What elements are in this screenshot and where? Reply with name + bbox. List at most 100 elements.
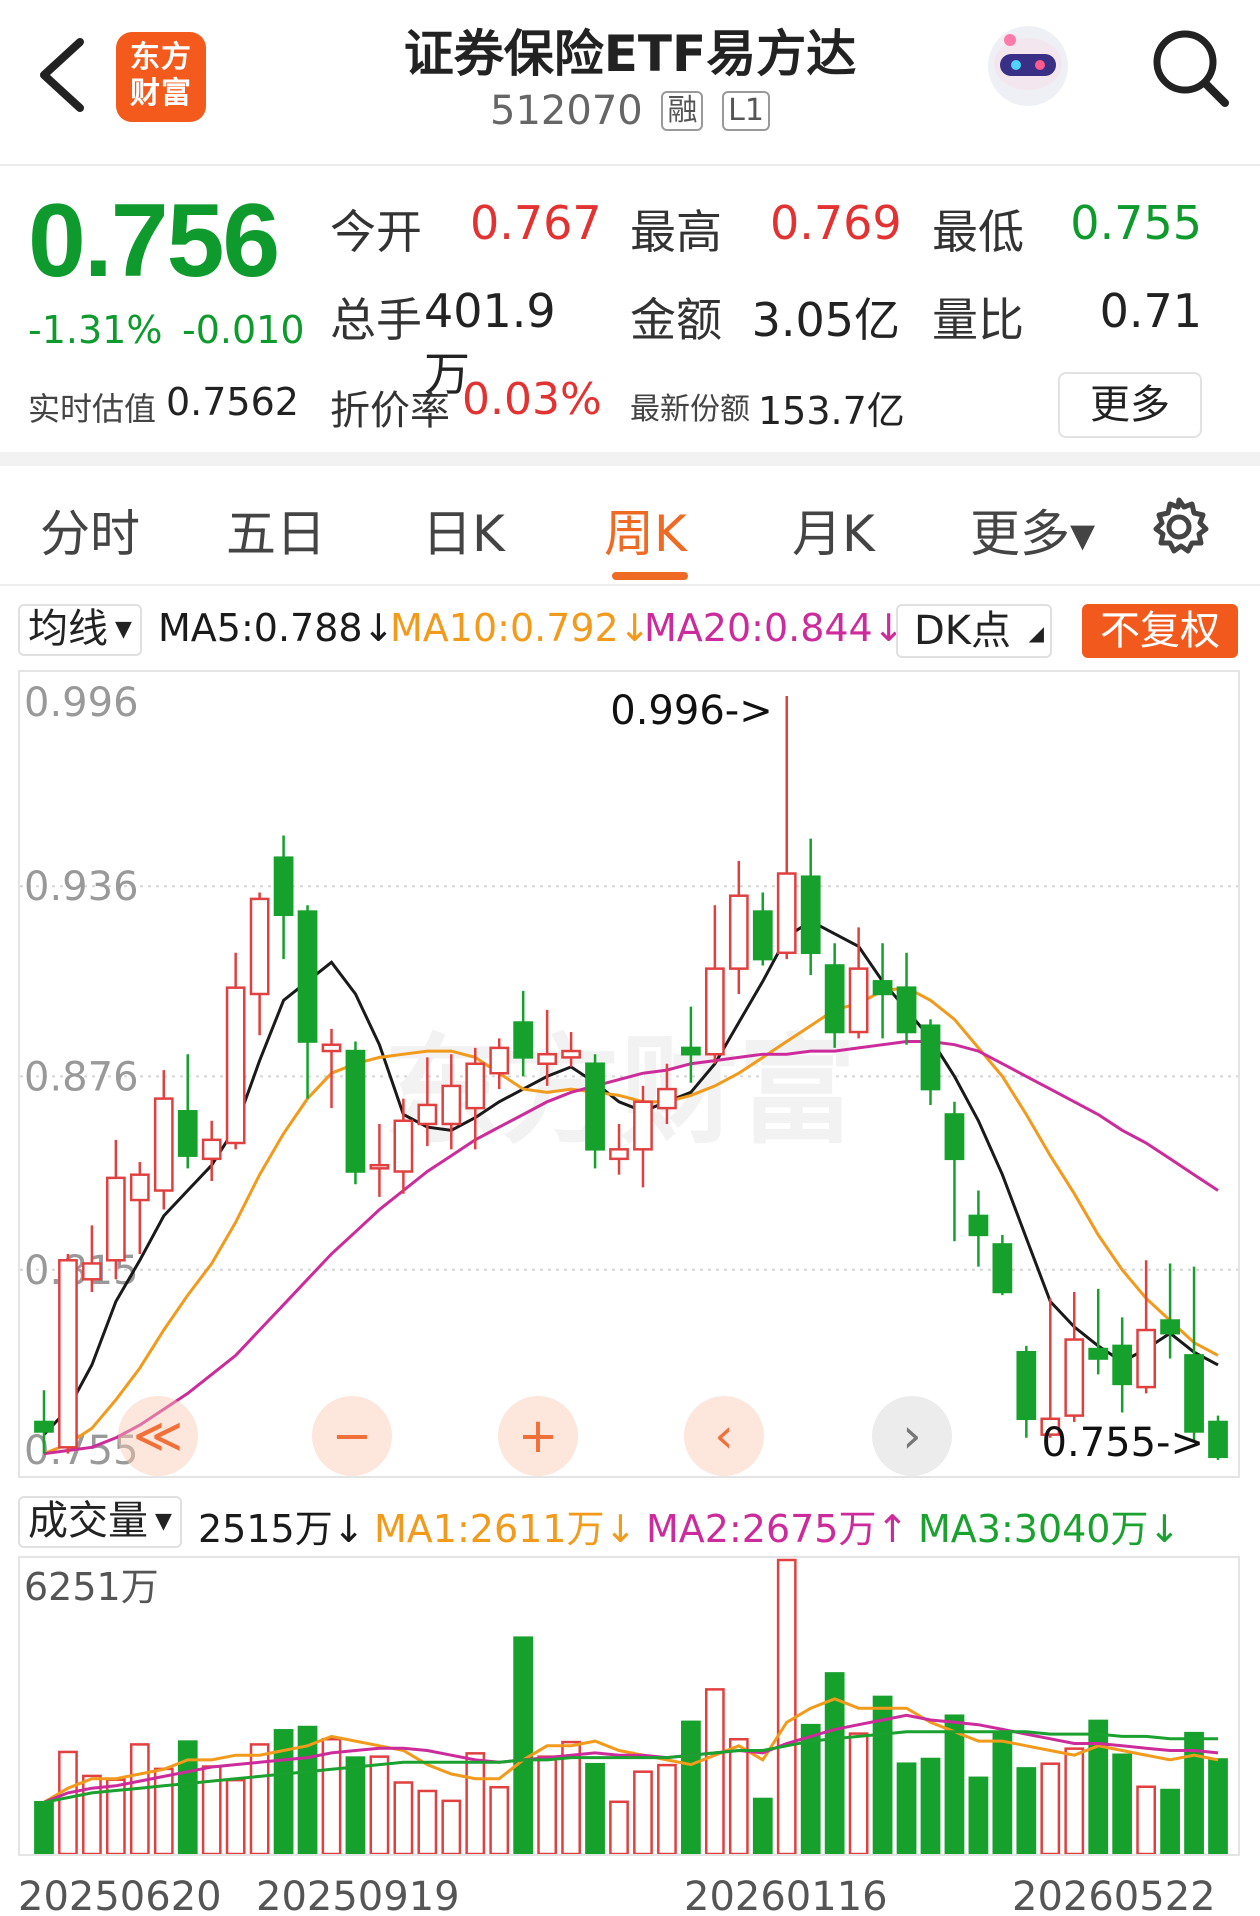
svg-text:+: + — [518, 1408, 558, 1464]
scroll-right-button[interactable]: › — [872, 1396, 952, 1476]
kline-svg: 0.9960.9360.8760.8150.755 东方财富 0.996->0.… — [20, 680, 1238, 1476]
ma-selector-dropdown[interactable]: 均线 ▼ — [18, 604, 142, 656]
vol-ma2-readout: MA2:2675万↑ — [646, 1507, 909, 1551]
candle — [728, 860, 749, 994]
volume-label: 总手 — [330, 293, 422, 347]
volume-ratio-label: 量比 — [932, 293, 1024, 347]
svg-text:−: − — [332, 1408, 372, 1464]
high-label: 最高 — [630, 205, 722, 259]
volume-bar — [537, 1755, 558, 1854]
kline-chart[interactable]: 0.996 0.936 0.876 0.815 0.755 东方财富 0.996-> 0.… — [18, 670, 1240, 1478]
candle — [345, 1041, 366, 1185]
amount-value: 3.05亿 — [751, 293, 900, 347]
dk-point-button[interactable]: DK点 ◢ — [896, 604, 1052, 658]
volume-bar — [800, 1723, 821, 1854]
tab-more[interactable]: 更多▾ — [970, 494, 1095, 566]
active-tab-indicator — [612, 572, 688, 580]
dropdown-triangle-icon: ▼ — [108, 617, 132, 642]
volume-bar — [1208, 1758, 1228, 1854]
candle — [920, 1019, 941, 1105]
date-tick: 20260522 — [1012, 1874, 1216, 1916]
high-value: 0.769 — [770, 196, 902, 250]
volume-bar — [1160, 1788, 1180, 1854]
candle — [1088, 1288, 1109, 1375]
candle — [752, 892, 773, 966]
volume-bar — [848, 1732, 869, 1854]
dk-label: DK点 — [914, 608, 1012, 654]
volume-bar — [465, 1752, 486, 1854]
ma5-readout: MA5:0.788↓ — [158, 606, 395, 650]
volume-bar — [321, 1737, 342, 1854]
scroll-left-button[interactable]: ‹ — [684, 1396, 764, 1476]
ma-line-ma5 — [42, 919, 1219, 1436]
volume-bar — [1136, 1785, 1157, 1854]
no-adjust-button[interactable]: 不复权 — [1082, 604, 1238, 658]
top-bar: 东方 财富 证券保险ETF易方达 512070 融 L1 — [0, 0, 1260, 166]
shares-label: 最新份额 — [630, 392, 750, 427]
candle — [249, 892, 270, 1036]
last-price: 0.756 — [28, 183, 280, 299]
gear-icon[interactable] — [1148, 496, 1210, 558]
volume-bar — [393, 1781, 414, 1854]
volume-bar — [58, 1750, 78, 1854]
period-tabs: 分时 五日 日K 周K 月K 更多▾ — [0, 466, 1260, 586]
candle — [824, 943, 845, 1048]
volume-selector-label: 成交量 — [28, 1498, 148, 1544]
candle — [992, 1234, 1013, 1296]
candle — [321, 1028, 342, 1109]
volume-bar — [1016, 1767, 1037, 1854]
volume-bar — [968, 1776, 989, 1854]
min-price-label: 0.755-> — [1042, 1420, 1204, 1466]
candle — [968, 1190, 989, 1267]
y-tick-label: 0.876 — [24, 1054, 139, 1100]
candle — [273, 835, 294, 960]
candle — [177, 1054, 198, 1169]
y-tick-label: 0.936 — [24, 864, 139, 910]
candle — [1016, 1345, 1037, 1438]
volume-bar — [585, 1762, 605, 1854]
volume-bar — [728, 1737, 749, 1854]
tab-weekly-k[interactable]: 周K — [604, 494, 687, 566]
assistant-robot-icon[interactable] — [980, 16, 1076, 112]
search-icon[interactable] — [1145, 24, 1235, 114]
low-label: 最低 — [932, 205, 1024, 259]
volume-selector-dropdown[interactable]: 成交量 ▼ — [18, 1496, 182, 1548]
level-tag: L1 — [722, 91, 770, 131]
volume-bar — [225, 1778, 246, 1854]
candle — [129, 1162, 150, 1254]
volume-bar — [681, 1720, 701, 1854]
volume-readout: 2515万↓ — [198, 1507, 365, 1551]
tab-monthly-k[interactable]: 月K — [792, 494, 875, 566]
logo-text-bottom: 财富 — [130, 76, 192, 111]
volume-bar — [609, 1800, 629, 1854]
app-logo[interactable]: 东方 财富 — [116, 32, 206, 122]
volume-ratio-value: 0.71 — [1099, 284, 1202, 338]
volume-chart[interactable]: 6251万 — [18, 1556, 1240, 1856]
tab-intraday[interactable]: 分时 — [40, 494, 140, 566]
zoom-in-button[interactable]: + — [498, 1396, 578, 1476]
volume-bar — [369, 1755, 390, 1854]
candle — [1136, 1260, 1157, 1394]
date-axis: 20250620 20250919 20260116 20260522 — [0, 1874, 1260, 1916]
candle — [225, 952, 246, 1150]
candle — [153, 1070, 174, 1210]
candle — [1112, 1317, 1133, 1413]
scroll-left-fast-button[interactable]: ≪ — [118, 1396, 198, 1476]
candle — [633, 1085, 653, 1188]
volume-bar — [776, 1558, 797, 1854]
back-arrow-icon[interactable] — [28, 30, 98, 120]
tab-daily-k[interactable]: 日K — [422, 494, 505, 566]
candle — [1064, 1291, 1085, 1422]
more-stats-button[interactable]: 更多 — [1058, 372, 1202, 438]
volume-bar — [944, 1714, 965, 1854]
volume-bar — [417, 1789, 438, 1854]
tab-five-day[interactable]: 五日 — [226, 494, 326, 566]
volume-bar — [345, 1756, 366, 1854]
volume-bar — [1040, 1762, 1061, 1854]
candle — [800, 838, 821, 975]
y-tick-label: 0.996 — [24, 680, 139, 726]
volume-bar — [1088, 1719, 1109, 1854]
volume-indicator-bar: 成交量 ▼ 2515万↓ MA1:2611万↓ MA2:2675万↑ MA3:3… — [0, 1488, 1260, 1554]
fund-code: 512070 — [490, 88, 643, 134]
zoom-out-button[interactable]: − — [312, 1396, 392, 1476]
